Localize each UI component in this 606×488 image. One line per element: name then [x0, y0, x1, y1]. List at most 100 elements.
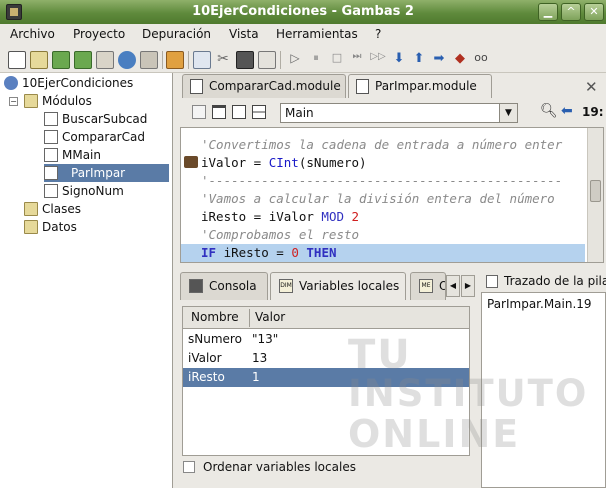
stack-trace-title: Trazado de la pila	[482, 272, 606, 292]
find-icon[interactable]: 🔍︎	[540, 103, 558, 119]
open-folder-icon[interactable]	[30, 51, 48, 69]
maximize-icon[interactable]: ^	[561, 3, 581, 21]
tab-parimpar[interactable]: ParImpar.module	[348, 74, 492, 98]
code-line-7: IF iResto = 0 THEN	[201, 245, 337, 260]
step-into-icon[interactable]: ⬇	[390, 51, 408, 69]
back-icon[interactable]: ⬅	[561, 103, 573, 119]
save-icon[interactable]	[52, 51, 70, 69]
breakpoint-marker-icon	[184, 156, 198, 168]
breakpoint-icon[interactable]: ◆	[451, 51, 469, 69]
properties-icon[interactable]	[96, 51, 114, 69]
folder-icon	[24, 202, 38, 216]
view-single-icon[interactable]	[212, 105, 226, 119]
step-out-icon[interactable]: ⬆	[410, 51, 428, 69]
line-number: 19:	[582, 105, 604, 119]
tab-consola[interactable]: Consola	[180, 272, 268, 300]
pointer-icon[interactable]	[193, 51, 211, 69]
window-title: 10EjerCondiciones - Gambas 2	[192, 4, 414, 19]
module-icon	[190, 79, 203, 94]
code-line-5: iResto = iValor MOD 2	[201, 209, 360, 224]
new-file-icon[interactable]	[8, 51, 26, 69]
chevron-down-icon: ▼	[499, 104, 517, 122]
stack-icon	[486, 275, 498, 288]
table-row[interactable]: iValor 13	[183, 349, 469, 368]
scrollbar-thumb[interactable]	[590, 180, 601, 202]
folder-icon	[24, 94, 38, 108]
module-icon	[44, 148, 58, 162]
view-split-icon[interactable]	[232, 105, 246, 119]
run-to-cursor-icon[interactable]: ➡	[430, 51, 448, 69]
package-icon[interactable]	[166, 51, 184, 69]
menu-bar: Archivo Proyecto Depuración Vista Herram…	[0, 24, 606, 46]
editor-scrollbar[interactable]	[587, 128, 603, 262]
tree-folder-data[interactable]: Datos	[24, 218, 170, 236]
tree-item-mmain[interactable]: MMain	[44, 146, 170, 164]
tab-other[interactable]: ME O	[410, 272, 446, 300]
me-icon: ME	[419, 279, 433, 293]
variables-table: Nombre Valor sNumero "13" iValor 13 iRes…	[182, 306, 470, 456]
stack-trace-list: ParImpar.Main.19	[481, 292, 606, 488]
collapse-modules-icon[interactable]: −	[9, 97, 18, 106]
step-icon[interactable]: ⏭	[348, 51, 366, 69]
menu-vista[interactable]: Vista	[229, 27, 259, 41]
tab-variables-locales[interactable]: DIM Variables locales	[270, 272, 406, 300]
refresh-icon[interactable]	[118, 51, 136, 69]
module-icon	[356, 79, 369, 94]
code-line-6: 'Comprobamos el resto	[201, 227, 360, 242]
view-horizontal-icon[interactable]	[252, 105, 266, 119]
window-titlebar: 10EjerCondiciones - Gambas 2 ▁ ^ ✕	[0, 0, 606, 24]
toolbar: ✂ ▷ ⏸ □ ⏭ ▷▷ ⬇ ⬆ ➡ ◆ oo	[0, 47, 606, 73]
close-window-icon[interactable]: ✕	[584, 3, 604, 21]
menu-archivo[interactable]: Archivo	[10, 27, 55, 41]
watch-icon[interactable]: oo	[472, 51, 490, 69]
debug-tabs: Consola DIM Variables locales ME O ◀ ▶	[178, 272, 478, 300]
list-item[interactable]: ParImpar.Main.19	[487, 297, 592, 311]
menu-ayuda[interactable]: ?	[375, 27, 381, 41]
column-header-nombre[interactable]: Nombre	[191, 310, 239, 324]
procedure-select[interactable]: Main ▼	[280, 103, 518, 123]
tree-folder-modules[interactable]: Módulos	[24, 92, 170, 110]
tools-icon[interactable]: ✂	[214, 51, 232, 69]
grid-icon[interactable]	[140, 51, 158, 69]
menu-proyecto[interactable]: Proyecto	[73, 27, 125, 41]
code-line-3: '---------------------------------------…	[201, 173, 563, 188]
tree-folder-classes[interactable]: Clases	[24, 200, 170, 218]
module-icon	[44, 112, 58, 126]
save-all-icon[interactable]	[74, 51, 92, 69]
module-icon	[44, 184, 58, 198]
tree-root[interactable]: 10EjerCondiciones	[4, 74, 170, 92]
editor-tabs: CompararCad.module ParImpar.module	[178, 74, 606, 98]
menu-herramientas[interactable]: Herramientas	[276, 27, 358, 41]
close-tab-icon[interactable]: ✕	[585, 78, 598, 96]
tree-item-signonum[interactable]: SignoNum	[44, 182, 170, 200]
tab-scroll-right-icon[interactable]: ▶	[461, 275, 475, 297]
pause-icon[interactable]: ⏸	[307, 51, 325, 69]
minimize-icon[interactable]: ▁	[538, 3, 558, 21]
column-header-valor[interactable]: Valor	[255, 310, 285, 324]
table-row[interactable]: sNumero "13"	[183, 330, 469, 349]
module-icon	[44, 166, 58, 180]
stop-icon[interactable]: □	[328, 51, 346, 69]
code-line-1: 'Convertimos la cadena de entrada a núme…	[201, 137, 563, 152]
tab-scroll-left-icon[interactable]: ◀	[446, 275, 460, 297]
copy-icon[interactable]	[192, 105, 206, 119]
tree-item-compararcad[interactable]: CompararCad	[44, 128, 170, 146]
code-line-4: 'Vamos a calcular la división entera del…	[201, 191, 555, 206]
run-icon[interactable]: ▷	[286, 51, 304, 69]
console-icon[interactable]	[236, 51, 254, 69]
code-editor[interactable]: 'Convertimos la cadena de entrada a núme…	[180, 127, 604, 263]
editor-toolbar: Main ▼ 🔍︎ ⬅ 19:	[178, 99, 606, 127]
variables-header: Nombre Valor	[183, 307, 469, 329]
module-icon	[44, 130, 58, 144]
menu-depuracion[interactable]: Depuración	[142, 27, 211, 41]
forward-icon[interactable]: ▷▷	[369, 51, 387, 69]
checkbox[interactable]	[183, 461, 195, 473]
table-row[interactable]: iResto 1	[183, 368, 469, 387]
tree-item-parimpar[interactable]: ParImpar	[44, 164, 169, 182]
tab-compararcad[interactable]: CompararCad.module	[182, 74, 346, 98]
tree-item-buscarsubcad[interactable]: BuscarSubcad	[44, 110, 170, 128]
dim-icon: DIM	[279, 279, 293, 293]
code-line-2: iValor = CInt(sNumero)	[201, 155, 367, 170]
window-icon[interactable]	[258, 51, 276, 69]
project-icon	[4, 76, 18, 90]
